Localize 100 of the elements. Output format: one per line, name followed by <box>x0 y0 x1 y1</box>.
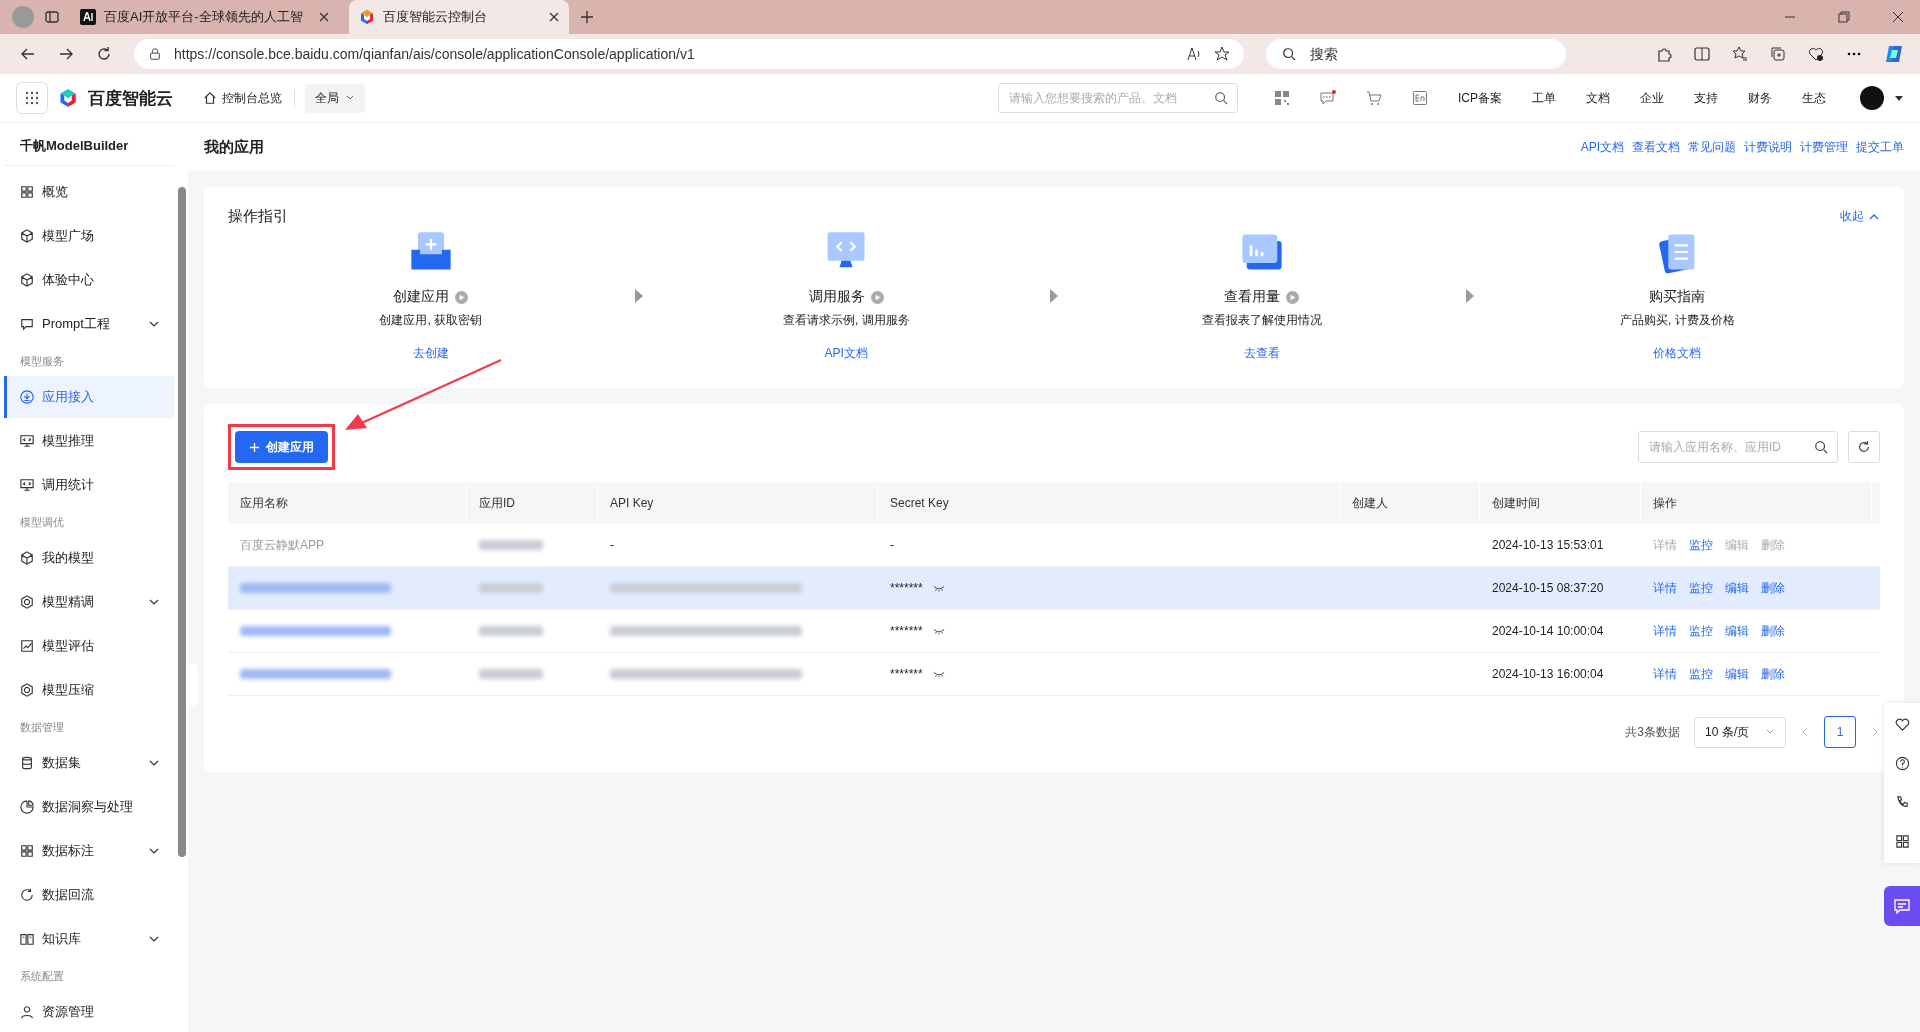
collections-icon[interactable] <box>1770 46 1786 62</box>
nav-link[interactable]: 财务 <box>1748 89 1772 107</box>
row-action-link[interactable]: 详情 <box>1653 579 1677 597</box>
sidebar-item[interactable]: 应用接入 <box>4 376 174 418</box>
sidebar-item[interactable]: 模型推理 <box>4 420 174 462</box>
sidebar-item[interactable]: 资源管理 <box>4 991 174 1032</box>
search-field[interactable]: 请输入您想要搜索的产品、文档 <box>998 83 1238 113</box>
help-icon[interactable] <box>1894 756 1910 771</box>
sidebar-item[interactable]: 数据回流 <box>4 874 174 916</box>
row-action-link[interactable]: 编辑 <box>1725 665 1749 683</box>
step-link[interactable]: API文档 <box>824 345 868 362</box>
step-link[interactable]: 价格文档 <box>1653 345 1702 362</box>
search-field[interactable]: 搜索 <box>1266 39 1566 69</box>
home-icon[interactable] <box>203 91 217 105</box>
console-home-link[interactable]: 控制台总览 <box>222 89 295 107</box>
brand-logo-text[interactable]: 百度智能云 <box>88 86 173 110</box>
help-link[interactable]: 计费说明 <box>1744 138 1792 156</box>
close-icon[interactable] <box>318 12 329 22</box>
language-icon[interactable] <box>1412 90 1428 106</box>
refresh-button[interactable] <box>1848 431 1880 463</box>
close-icon[interactable] <box>1890 9 1906 25</box>
nav-link[interactable]: 生态 <box>1802 89 1826 107</box>
row-action-link[interactable]: 监控 <box>1689 579 1713 597</box>
chat-icon[interactable] <box>1894 898 1910 914</box>
search-icon[interactable] <box>1282 47 1296 61</box>
step-link[interactable]: 去创建 <box>412 345 449 362</box>
nav-link[interactable]: ICP备案 <box>1458 89 1502 107</box>
url-text[interactable]: https://console.bce.baidu.com/qianfan/ais/console/applicationConsole/application/v1 <box>174 46 695 62</box>
sidebar-item[interactable]: 调用统计 <box>4 464 174 506</box>
plus-icon[interactable] <box>249 441 260 453</box>
eye-closed-icon[interactable] <box>932 627 945 635</box>
eye-closed-icon[interactable] <box>932 584 945 592</box>
close-icon[interactable] <box>548 12 559 22</box>
read-aloud-icon[interactable] <box>1186 46 1202 62</box>
refresh-icon[interactable] <box>1857 440 1871 454</box>
sidebar-item[interactable]: 数据集 <box>4 742 174 784</box>
sidebar-item[interactable]: 知识库 <box>4 918 174 960</box>
sidebar-item[interactable]: 数据洞察与处理 <box>4 786 174 828</box>
browser-tab[interactable]: 百度智能云控制台 <box>348 0 569 34</box>
table-row[interactable]: ******* 2024-10-15 08:37:20 详情 监控 编辑 删除 <box>228 567 1880 610</box>
sidebar-item[interactable]: 模型广场 <box>4 215 174 257</box>
row-action-link[interactable]: 详情 <box>1653 622 1677 640</box>
new-tab-icon[interactable] <box>578 9 595 25</box>
copilot-icon[interactable] <box>1884 44 1904 64</box>
extensions-icon[interactable] <box>1656 46 1672 62</box>
sidebar-item[interactable]: 数据标注 <box>4 830 174 872</box>
grid-icon[interactable] <box>1894 834 1910 849</box>
split-screen-icon[interactable] <box>1694 46 1710 62</box>
search-icon[interactable] <box>1214 91 1228 105</box>
help-link[interactable]: 计费管理 <box>1800 138 1848 156</box>
feedback-button[interactable] <box>1884 886 1920 926</box>
sidebar-item[interactable]: 概览 <box>4 171 174 213</box>
help-link[interactable]: 常见问题 <box>1688 138 1736 156</box>
sidebar-item[interactable]: 体验中心 <box>4 259 174 301</box>
forward-icon[interactable] <box>58 46 74 62</box>
row-action-link[interactable]: 删除 <box>1761 665 1785 683</box>
sidebar-item[interactable]: 我的模型 <box>4 537 174 579</box>
phone-icon[interactable] <box>1894 795 1910 810</box>
page-number[interactable]: 1 <box>1824 716 1856 748</box>
create-app-button[interactable]: 创建应用 <box>235 431 328 463</box>
row-action-link[interactable]: 编辑 <box>1725 622 1749 640</box>
user-avatar[interactable] <box>1860 86 1884 110</box>
eye-closed-icon[interactable] <box>932 670 945 678</box>
collapse-link[interactable]: 收起 <box>1840 208 1864 225</box>
lock-icon[interactable] <box>148 47 162 61</box>
sidebar-item[interactable]: Prompt工程 <box>4 303 174 345</box>
qr-code-icon[interactable] <box>1274 90 1290 106</box>
message-icon[interactable] <box>1320 90 1336 106</box>
step-link[interactable]: 去查看 <box>1243 345 1280 362</box>
nav-link[interactable]: 文档 <box>1586 89 1610 107</box>
nav-link[interactable]: 工单 <box>1532 89 1556 107</box>
nav-link[interactable]: 支持 <box>1694 89 1718 107</box>
search-field[interactable]: 请输入应用名称、应用ID <box>1638 431 1838 463</box>
row-action-link[interactable]: 监控 <box>1689 622 1713 640</box>
cart-icon[interactable] <box>1366 90 1382 106</box>
sidebar-item[interactable]: 模型精调 <box>4 581 174 623</box>
back-icon[interactable] <box>20 46 36 62</box>
help-link[interactable]: API文档 <box>1580 138 1624 156</box>
help-link[interactable]: 提交工单 <box>1856 138 1904 156</box>
row-action-link[interactable]: 删除 <box>1761 579 1785 597</box>
restore-icon[interactable] <box>1836 9 1852 25</box>
caret-icon[interactable] <box>1894 93 1904 103</box>
browser-tab[interactable]: 百度AI开放平台-全球领先的人工智 <box>70 0 339 34</box>
sidebar-item[interactable]: 模型压缩 <box>4 669 174 711</box>
page-size-dropdown[interactable]: 10 条/页 <box>1694 716 1786 748</box>
row-action-link[interactable]: 编辑 <box>1725 579 1749 597</box>
apps-menu-button[interactable] <box>16 82 48 114</box>
dots-grid-icon[interactable] <box>24 90 40 106</box>
favorites-icon[interactable] <box>1732 46 1748 62</box>
sidebar-item[interactable]: 模型评估 <box>4 625 174 667</box>
tab-actions-icon[interactable] <box>44 9 60 25</box>
help-link[interactable]: 查看文档 <box>1632 138 1680 156</box>
row-action-link[interactable]: 监控 <box>1689 665 1713 683</box>
row-action-link[interactable]: 删除 <box>1761 622 1785 640</box>
region-dropdown[interactable]: 全局 <box>305 83 365 113</box>
nav-link[interactable]: 企业 <box>1640 89 1664 107</box>
search-icon[interactable] <box>1814 440 1828 454</box>
reload-icon[interactable] <box>96 46 112 62</box>
heart-icon[interactable] <box>1894 717 1910 732</box>
heart-pulse-icon[interactable] <box>1808 46 1824 62</box>
